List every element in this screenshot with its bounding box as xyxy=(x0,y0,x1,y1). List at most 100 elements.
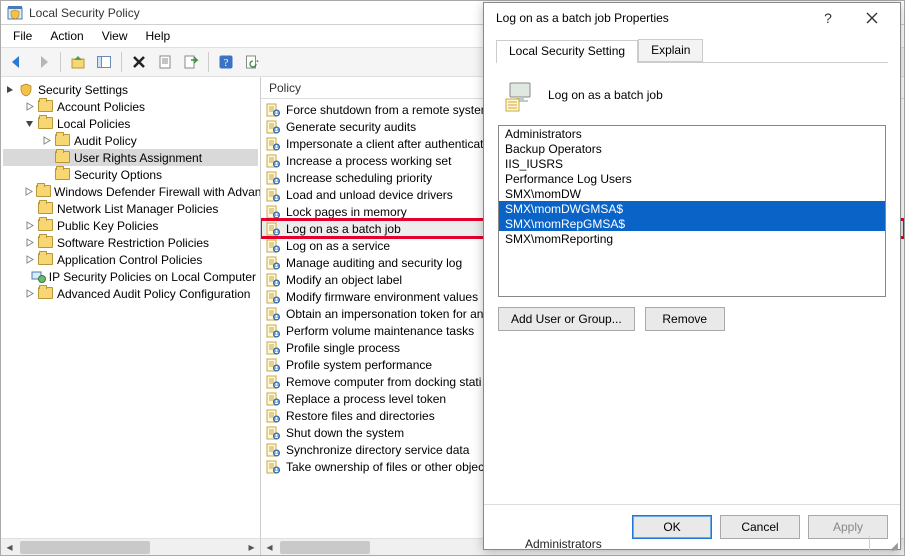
menu-file[interactable]: File xyxy=(5,27,40,45)
folder-icon xyxy=(36,185,51,199)
folder-icon xyxy=(55,168,71,182)
user-list-item[interactable]: Backup Operators xyxy=(499,141,885,156)
user-list-item[interactable]: SMX\momDW xyxy=(499,186,885,201)
policy-row-label: Force shutdown from a remote system xyxy=(286,103,491,117)
user-list-item[interactable]: SMX\momDWGMSA$ xyxy=(499,201,885,216)
properties-button[interactable] xyxy=(153,50,177,74)
expander-icon[interactable] xyxy=(24,288,35,299)
policy-row-label: Increase scheduling priority xyxy=(286,171,432,185)
show-hide-tree-button[interactable] xyxy=(92,50,116,74)
menu-view[interactable]: View xyxy=(94,27,136,45)
toolbar-separator xyxy=(60,52,61,72)
tree-item[interactable]: Audit Policy xyxy=(3,132,258,149)
expander-icon[interactable] xyxy=(24,254,35,265)
tree-item-label: Network List Manager Policies xyxy=(57,202,218,216)
toolbar-separator xyxy=(121,52,122,72)
folder-icon xyxy=(38,287,54,301)
policy-row-label: Modify an object label xyxy=(286,273,402,287)
folder-icon xyxy=(55,151,71,165)
security-settings-tree[interactable]: Security Settings Account PoliciesLocal P… xyxy=(1,77,260,538)
expander-icon[interactable] xyxy=(24,186,33,197)
tree-item[interactable]: Security Options xyxy=(3,166,258,183)
dialog-tabs: Local Security Setting Explain xyxy=(496,39,888,63)
user-list-item[interactable]: Performance Log Users xyxy=(499,171,885,186)
policy-row-label: Log on as a service xyxy=(286,239,390,253)
delete-button[interactable] xyxy=(127,50,151,74)
svg-text:?: ? xyxy=(224,57,229,69)
tree-item-label: Account Policies xyxy=(57,100,145,114)
folder-icon xyxy=(38,100,54,114)
tree-item[interactable]: IP Security Policies on Local Computer xyxy=(3,268,258,285)
shield-icon xyxy=(19,83,35,97)
forward-button[interactable] xyxy=(31,50,55,74)
policy-row-label: Log on as a batch job xyxy=(286,222,401,236)
scroll-left-icon[interactable]: ◂ xyxy=(1,539,18,556)
policy-item-icon xyxy=(265,340,281,356)
policy-item-icon xyxy=(265,289,281,305)
tree-root-label: Security Settings xyxy=(38,83,128,97)
close-icon[interactable] xyxy=(852,4,892,32)
tree-item[interactable]: Local Policies xyxy=(3,115,258,132)
expander-icon[interactable] xyxy=(24,101,35,112)
tree-item-label: Application Control Policies xyxy=(57,253,202,267)
expander-icon[interactable] xyxy=(24,118,35,129)
user-list-item[interactable]: IIS_IUSRS xyxy=(499,156,885,171)
tree-item-label: Windows Defender Firewall with Advan xyxy=(54,185,260,199)
tree-item[interactable]: Software Restriction Policies xyxy=(3,234,258,251)
tree-item[interactable]: Public Key Policies xyxy=(3,217,258,234)
tree-item[interactable]: Advanced Audit Policy Configuration xyxy=(3,285,258,302)
policy-item-icon xyxy=(265,204,281,220)
policy-item-icon xyxy=(265,391,281,407)
policy-row-label: Replace a process level token xyxy=(286,392,446,406)
help-button[interactable]: ? xyxy=(214,50,238,74)
folder-icon xyxy=(38,253,54,267)
tree-item[interactable]: Account Policies xyxy=(3,98,258,115)
policy-row-label: Modify firmware environment values xyxy=(286,290,478,304)
up-button[interactable] xyxy=(66,50,90,74)
policy-item-icon xyxy=(265,357,281,373)
user-list-item[interactable]: Administrators xyxy=(499,126,885,141)
dialog-help-button[interactable]: ? xyxy=(808,4,848,32)
policy-item-icon xyxy=(265,153,281,169)
menu-help[interactable]: Help xyxy=(138,27,179,45)
ipsec-icon xyxy=(31,270,46,284)
app-icon xyxy=(7,5,23,21)
policy-item-icon xyxy=(265,119,281,135)
expander-icon[interactable] xyxy=(5,84,16,95)
expander-icon[interactable] xyxy=(24,220,35,231)
policy-row-label: Restore files and directories xyxy=(286,409,435,423)
tree-item[interactable]: User Rights Assignment xyxy=(3,149,258,166)
expander-icon[interactable] xyxy=(24,237,35,248)
policy-item-icon xyxy=(265,442,281,458)
user-group-list[interactable]: AdministratorsBackup OperatorsIIS_IUSRSP… xyxy=(498,125,886,297)
user-list-item[interactable]: SMX\momReporting xyxy=(499,231,885,246)
folder-icon xyxy=(55,134,71,148)
policy-item-icon xyxy=(265,408,281,424)
remove-button[interactable]: Remove xyxy=(645,307,725,331)
back-button[interactable] xyxy=(5,50,29,74)
tree-item-label: Audit Policy xyxy=(74,134,137,148)
tree-item[interactable]: Application Control Policies xyxy=(3,251,258,268)
policy-row-label: Remove computer from docking stati xyxy=(286,375,481,389)
tab-local-security-setting[interactable]: Local Security Setting xyxy=(496,40,638,63)
policy-row-label: Generate security audits xyxy=(286,120,416,134)
tree-h-scrollbar[interactable]: ◂ ▸ xyxy=(1,538,260,555)
policy-item-icon xyxy=(265,102,281,118)
folder-icon xyxy=(38,219,54,233)
tree-item[interactable]: Network List Manager Policies xyxy=(3,200,258,217)
tree-item[interactable]: Windows Defender Firewall with Advan xyxy=(3,183,258,200)
policy-item-icon xyxy=(265,459,281,475)
tab-explain[interactable]: Explain xyxy=(638,39,703,62)
policy-row-label: Lock pages in memory xyxy=(286,205,407,219)
export-button[interactable] xyxy=(179,50,203,74)
tree-root[interactable]: Security Settings xyxy=(3,81,258,98)
menu-action[interactable]: Action xyxy=(42,27,91,45)
add-user-or-group-button[interactable]: Add User or Group... xyxy=(498,307,635,331)
policy-row-label: Load and unload device drivers xyxy=(286,188,453,202)
refresh-button[interactable] xyxy=(240,50,264,74)
scroll-left-icon[interactable]: ◂ xyxy=(261,539,278,556)
tree-item-label: Software Restriction Policies xyxy=(57,236,209,250)
expander-icon[interactable] xyxy=(41,135,52,146)
user-list-item[interactable]: SMX\momRepGMSA$ xyxy=(499,216,885,231)
scroll-right-icon[interactable]: ▸ xyxy=(243,539,260,556)
